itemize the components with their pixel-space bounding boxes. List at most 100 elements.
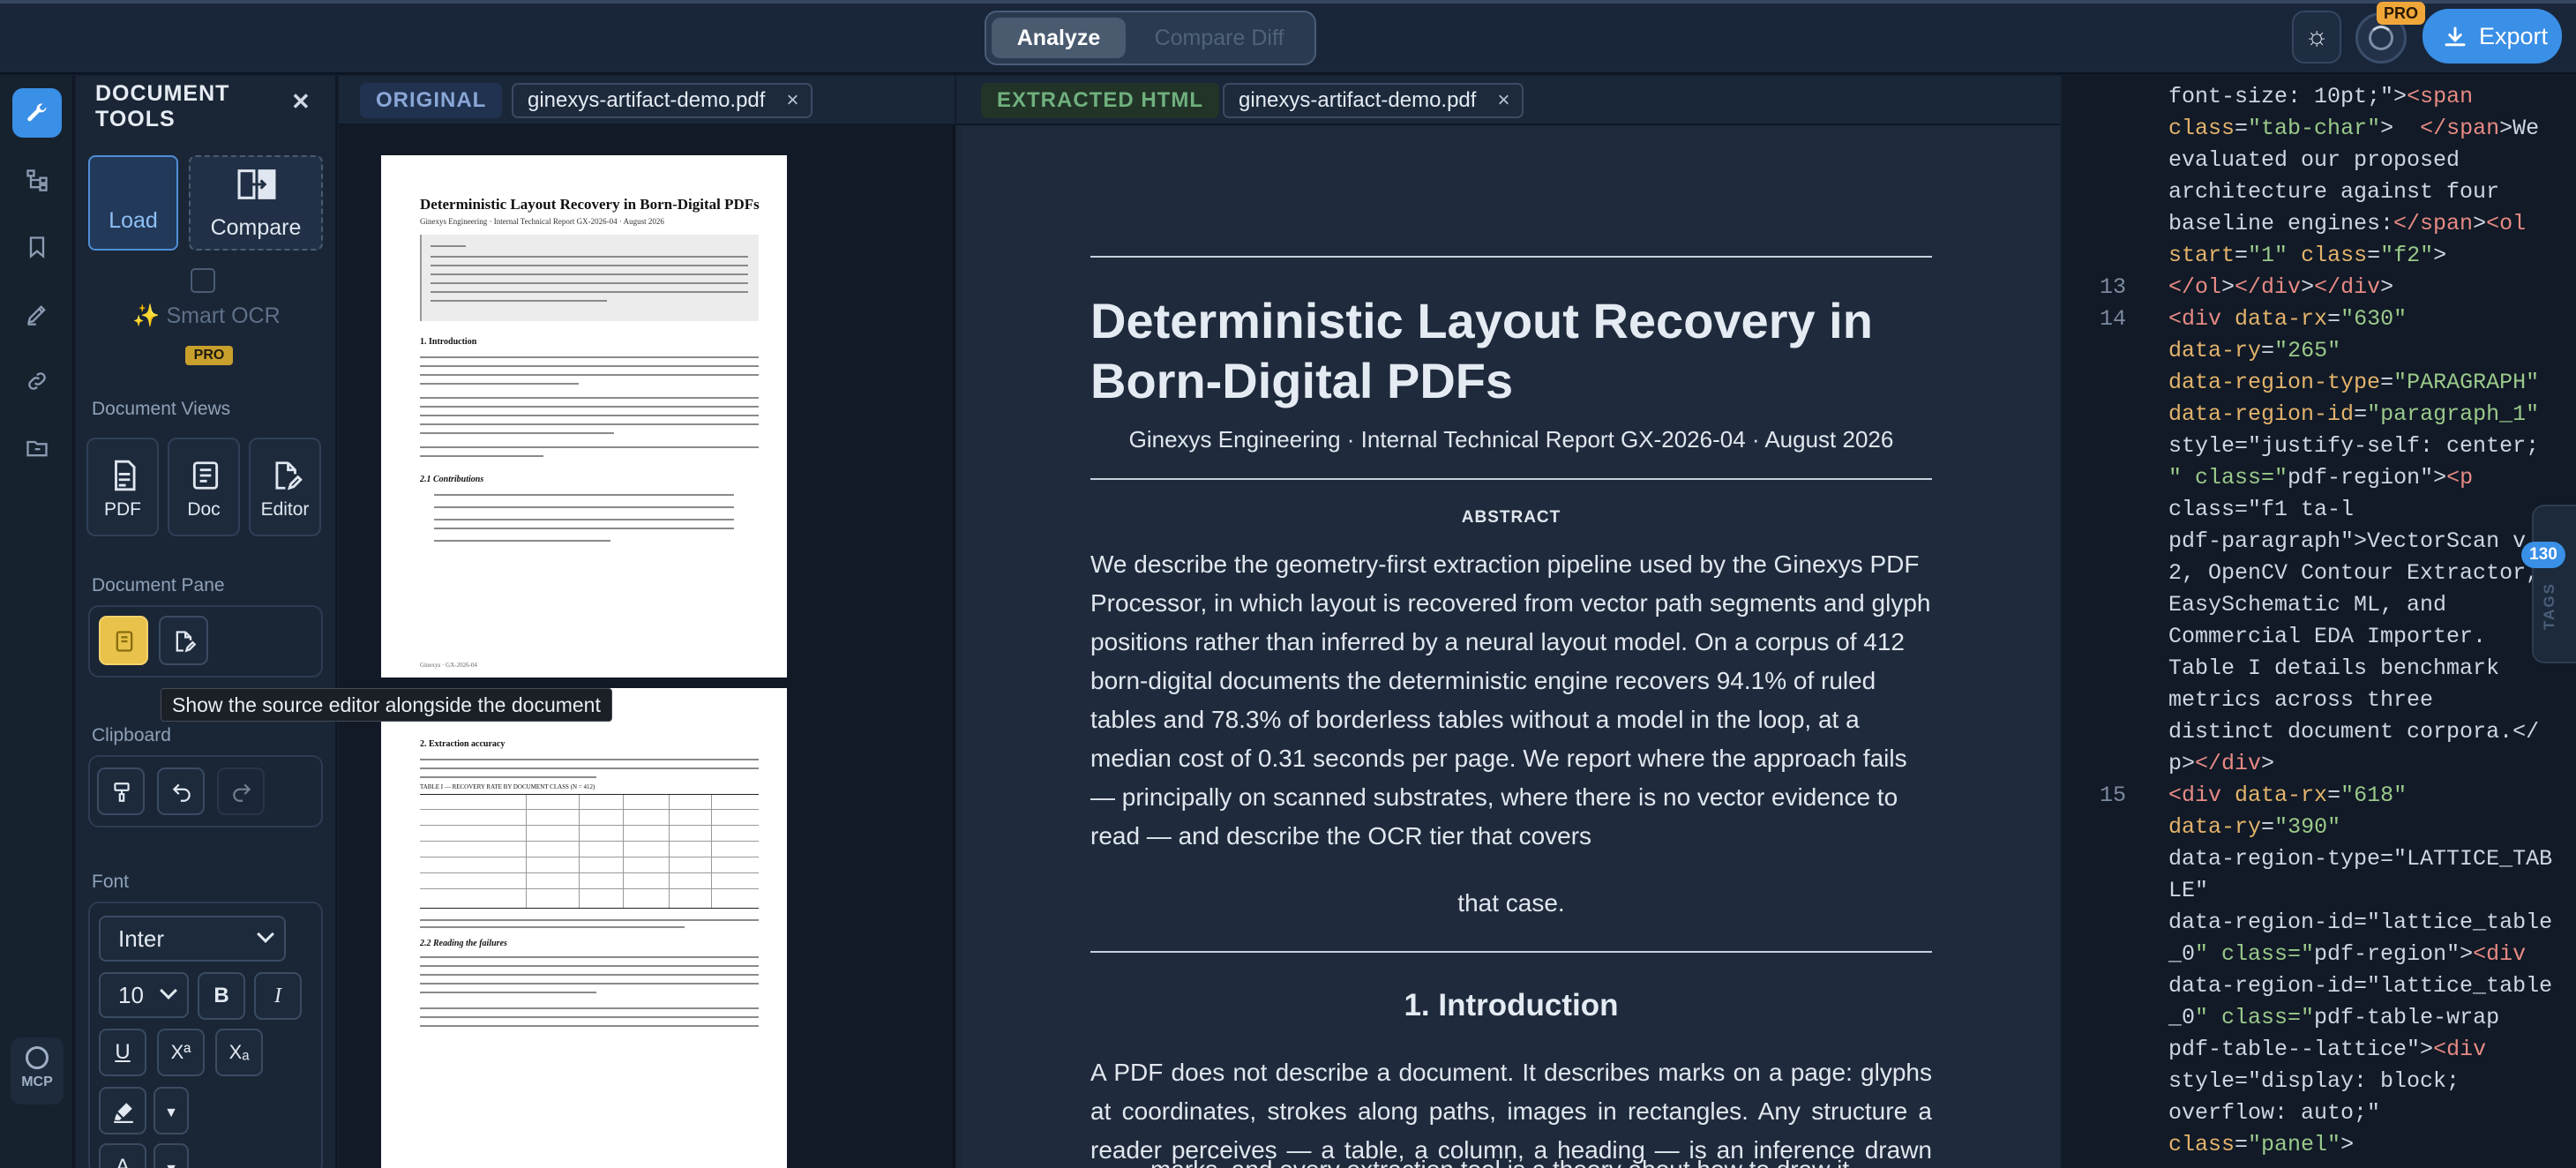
intro-heading: 1. Introduction: [1404, 988, 1619, 1022]
smart-ocr-checkbox[interactable]: [191, 268, 215, 293]
code-line: architecture against four: [2142, 179, 2500, 205]
font-label: Font: [92, 872, 130, 892]
code-line: data-ry="390": [2168, 814, 2341, 840]
superscript-button[interactable]: Xª: [157, 1029, 205, 1076]
redo-icon: [233, 783, 251, 802]
source-code-panel[interactable]: font-size: 10pt;"><span class="tab-char"…: [2063, 76, 2576, 1168]
font-size-select[interactable]: 10: [99, 972, 189, 1018]
abstract-paragraph: We describe the geometry-first extractio…: [1090, 550, 1931, 850]
page-title: Deterministic Layout Recovery in Born-Di…: [420, 196, 760, 213]
document-views-label: Document Views: [92, 399, 231, 419]
font-family-select[interactable]: Inter: [99, 916, 286, 962]
clock-icon: [26, 1046, 49, 1069]
code-line: <div data-rx="630": [2168, 306, 2408, 332]
page-heading-accuracy: 2. Extraction accuracy: [420, 739, 505, 749]
font-size-value: 10: [118, 982, 144, 1008]
subscript-button[interactable]: Xₐ: [215, 1029, 263, 1076]
page-footer: Ginexys · GX-2026-04: [420, 662, 477, 669]
compare-button[interactable]: Compare: [189, 155, 323, 251]
document-icon: [192, 461, 219, 490]
mcp-label: MCP: [21, 1074, 53, 1089]
undo-button[interactable]: [157, 767, 205, 815]
tools-title: DOCUMENT TOOLS: [95, 81, 230, 131]
bookmark-icon: [29, 236, 45, 258]
export-button[interactable]: Export: [2422, 9, 2562, 64]
code-line: EasySchematic ML, and: [2142, 592, 2447, 618]
view-editor-button[interactable]: Editor: [249, 438, 321, 536]
extracted-file-tab[interactable]: ginexys-artifact-demo.pdf ×: [1223, 83, 1524, 118]
bold-button[interactable]: B: [198, 972, 245, 1020]
rail-links-button[interactable]: [12, 356, 62, 406]
caret-down-icon: ▼: [164, 1162, 178, 1168]
pane-source-editor-button[interactable]: [159, 616, 208, 665]
code-line: LE": [2142, 878, 2209, 903]
wrench-icon: [27, 103, 47, 122]
view-pdf-button[interactable]: PDF: [86, 438, 159, 536]
intro-tail: marks, and every extraction tool is a th…: [1090, 1150, 1932, 1168]
section-rule: [1090, 951, 1932, 953]
font-family-value: Inter: [118, 925, 165, 952]
document-meta: Ginexys Engineering · Internal Technical…: [1128, 426, 1894, 453]
code-line: style="display: block;: [2142, 1068, 2460, 1094]
compare-diff-tab[interactable]: Compare Diff: [1133, 18, 1306, 58]
load-label: Load: [109, 208, 158, 233]
code-line: Commercial EDA Importer.: [2142, 624, 2487, 649]
highlight-color-dropdown[interactable]: ▼: [154, 1087, 189, 1134]
text-color-button[interactable]: A: [99, 1143, 146, 1168]
highlight-button[interactable]: [99, 1087, 146, 1134]
left-rail: MCP: [0, 76, 74, 1168]
page-mini-table: [420, 794, 759, 909]
code-line: _0" class="pdf-region"><div: [2142, 941, 2527, 967]
pane-document-only-button[interactable]: [99, 616, 148, 665]
original-tag: ORIGINAL: [360, 83, 503, 118]
code-line: Table I details benchmark: [2142, 655, 2500, 681]
rail-tools-button[interactable]: [12, 88, 62, 138]
compare-label: Compare: [210, 215, 302, 240]
code-line: data-region-id="lattice_table: [2142, 910, 2553, 935]
file-edit-icon: [275, 461, 303, 490]
pdf-file-icon: [115, 460, 136, 491]
rail-structure-button[interactable]: [12, 155, 62, 205]
page-table-caption: TABLE I — RECOVERY RATE BY DOCUMENT CLAS…: [420, 783, 595, 790]
extracted-tag: EXTRACTED HTML: [981, 83, 1219, 118]
upload-icon: [127, 179, 143, 197]
view-doc-button[interactable]: Doc: [168, 438, 240, 536]
rail-annotate-button[interactable]: [12, 289, 62, 339]
folder-icon: [26, 440, 48, 457]
meta-rule: [1090, 478, 1932, 480]
underline-button[interactable]: U: [99, 1029, 146, 1076]
page-heading-intro: 1. Introduction: [420, 337, 477, 347]
code-line: data-region-id="paragraph_1": [2168, 401, 2540, 427]
mcp-button[interactable]: MCP: [11, 1037, 64, 1104]
smart-ocr-pro-badge: PRO: [185, 346, 233, 365]
text-color-dropdown[interactable]: ▼: [154, 1143, 189, 1168]
export-label: Export: [2479, 23, 2549, 49]
close-icon[interactable]: ✕: [291, 88, 311, 116]
format-painter-button[interactable]: [97, 767, 145, 815]
mode-switch: Analyze Compare Diff: [985, 11, 1316, 65]
redo-button[interactable]: [217, 767, 265, 815]
code-line: overflow: auto;": [2142, 1100, 2381, 1126]
rail-files-button[interactable]: [12, 423, 62, 473]
tags-label: TAGS: [2541, 582, 2557, 630]
code-line: pdf-table--lattice"><div: [2142, 1037, 2487, 1062]
rail-bookmarks-button[interactable]: [12, 222, 62, 272]
extracted-file-name: ginexys-artifact-demo.pdf: [1239, 88, 1477, 112]
document-pane-icon: [116, 631, 133, 652]
original-file-tab[interactable]: ginexys-artifact-demo.pdf ×: [512, 83, 813, 118]
page-abstract-block: [420, 235, 759, 321]
close-tab-icon[interactable]: ×: [1497, 85, 1509, 116]
code-line: <div data-rx="618": [2168, 782, 2408, 808]
theme-toggle-button[interactable]: ☼: [2292, 11, 2341, 64]
original-file-name: ginexys-artifact-demo.pdf: [528, 88, 766, 112]
highlighter-icon: [114, 1103, 133, 1123]
close-tab-icon[interactable]: ×: [786, 85, 798, 116]
code-line: p></div>: [2142, 751, 2275, 776]
download-icon: [2445, 26, 2466, 47]
analyze-tab[interactable]: Analyze: [992, 18, 1126, 58]
abstract-heading: ABSTRACT: [1461, 508, 1561, 527]
code-line: evaluated our proposed: [2142, 147, 2460, 173]
load-button[interactable]: Load: [88, 155, 178, 251]
italic-button[interactable]: I: [254, 972, 302, 1020]
paint-brush-icon: [114, 782, 130, 802]
